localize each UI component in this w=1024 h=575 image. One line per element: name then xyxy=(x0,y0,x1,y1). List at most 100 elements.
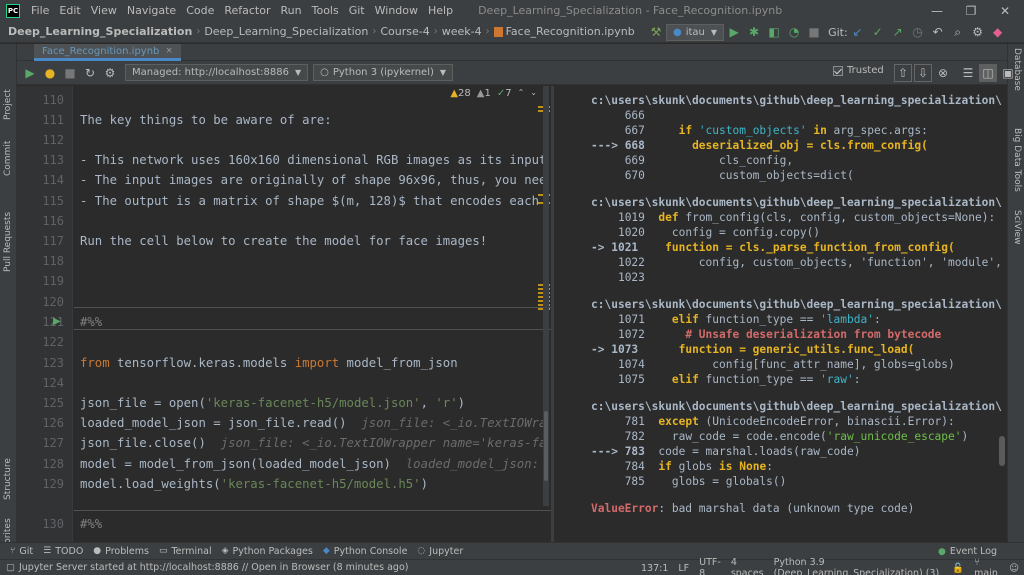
chevron-up-icon[interactable]: ⌃ xyxy=(518,88,525,99)
kernel-select[interactable]: ○ Python 3 (ipykernel) ▼ xyxy=(313,64,454,81)
tool-problems[interactable]: ● Problems xyxy=(93,546,149,557)
profile-icon[interactable]: ◔ xyxy=(785,23,803,41)
run-config-select[interactable]: ● itau ▼ xyxy=(666,23,725,41)
editor-only-icon[interactable]: ☰ xyxy=(959,64,977,82)
cell-marker: #%% xyxy=(80,517,103,531)
rollback-icon[interactable]: ↶ xyxy=(929,23,947,41)
line-number: 1072 xyxy=(617,328,645,341)
cell-divider xyxy=(74,329,551,330)
python-interpreter[interactable]: Python 3.9 (Deep_Learning_Specialization… xyxy=(774,557,943,575)
restore-icon[interactable]: ❐ xyxy=(954,0,988,21)
code-token: globs xyxy=(678,460,720,473)
run-icon[interactable]: ▶ xyxy=(725,23,743,41)
tool-window-sciview[interactable]: SciView xyxy=(1012,210,1022,245)
line-separator[interactable]: LF xyxy=(678,563,689,574)
stop-icon[interactable]: ■ xyxy=(805,23,823,41)
traceback-path: c:\users\skunk\documents\github\deep_lea… xyxy=(591,400,1002,413)
git-commit-icon[interactable]: ✓ xyxy=(869,23,887,41)
coverage-icon[interactable]: ◧ xyxy=(765,23,783,41)
scroll-up-icon[interactable]: ⇧ xyxy=(894,64,912,82)
inline-debug-hint: loaded_model_json: xyxy=(390,457,540,471)
menu-help[interactable]: Help xyxy=(423,4,458,17)
debug-icon[interactable]: ✱ xyxy=(745,23,763,41)
arrow-marker: ---> xyxy=(591,139,625,152)
trusted-toggle[interactable]: Trusted xyxy=(833,65,884,76)
file-encoding[interactable]: UTF-8 xyxy=(699,557,721,575)
tool-window-commit[interactable]: Commit xyxy=(3,141,13,176)
warning-icon: ▲ xyxy=(450,88,459,99)
status-toggle-icon[interactable]: ▢ xyxy=(6,562,15,573)
tab-face-recognition[interactable]: Face_Recognition.ipynb × xyxy=(34,44,181,61)
tool-window-big-data-tools[interactable]: Big Data Tools xyxy=(1012,128,1022,192)
tool-todo[interactable]: ☰ TODO xyxy=(43,546,83,557)
output-scrollbar-thumb[interactable] xyxy=(999,436,1005,466)
git-branch[interactable]: ⑂ main xyxy=(974,557,999,575)
tool-window-pull-requests[interactable]: Pull Requests xyxy=(3,212,13,272)
split-view-icon[interactable]: ◫ xyxy=(979,64,997,82)
tool-python-console[interactable]: ◆ Python Console xyxy=(323,546,408,557)
traceback-line: 1074 config[func_attr_name], globs=globs… xyxy=(591,358,955,371)
preview-only-icon[interactable]: ▣ xyxy=(999,64,1017,82)
breadcrumb-week[interactable]: week-4 xyxy=(438,25,486,38)
line-number: 119 xyxy=(42,274,64,288)
tool-window-structure[interactable]: Structure xyxy=(3,458,13,500)
line-number: 113 xyxy=(42,153,64,167)
ide-logo-icon[interactable]: ◆ xyxy=(989,23,1007,41)
stop-kernel-icon[interactable]: ■ xyxy=(61,64,79,82)
sync-scroll-icon[interactable]: ⊗ xyxy=(934,64,952,82)
settings-icon[interactable]: ⚙ xyxy=(969,23,987,41)
tool-python-packages[interactable]: ◈ Python Packages xyxy=(222,546,313,557)
tool-terminal[interactable]: ▭ Terminal xyxy=(159,546,212,557)
lock-icon[interactable]: 🔓 xyxy=(952,563,964,574)
search-icon[interactable]: ⌕ xyxy=(949,23,967,41)
menu-git[interactable]: Git xyxy=(344,4,370,17)
status-message[interactable]: Jupyter Server started at http://localho… xyxy=(19,562,409,573)
menu-navigate[interactable]: Navigate xyxy=(122,4,181,17)
indent-setting[interactable]: 4 spaces xyxy=(731,557,764,575)
breadcrumb-file[interactable]: Face_Recognition.ipynb xyxy=(490,25,639,38)
code-token: code = marshal.loads(raw_code) xyxy=(658,445,861,458)
breadcrumb-folder[interactable]: Deep_Learning_Specialization xyxy=(200,25,372,38)
git-update-icon[interactable]: ↙ xyxy=(849,23,867,41)
tool-python-packages-label: Python Packages xyxy=(232,545,313,557)
menu-window[interactable]: Window xyxy=(370,4,423,17)
breadcrumb-course[interactable]: Course-4 xyxy=(376,25,433,38)
menu-edit[interactable]: Edit xyxy=(54,4,85,17)
inspection-widget[interactable]: ▲28 ▲1 ✓7 ⌃ ⌄ xyxy=(450,88,537,99)
git-push-icon[interactable]: ↗ xyxy=(889,23,907,41)
pycharm-window: PC File Edit View Navigate Code Refactor… xyxy=(0,0,1024,575)
menu-tools[interactable]: Tools xyxy=(307,4,344,17)
tool-git[interactable]: ⑂ Git xyxy=(10,546,33,557)
run-cell-icon[interactable]: ▶ xyxy=(21,64,39,82)
chevron-down-icon[interactable]: ⌄ xyxy=(530,88,537,99)
inspector-icon[interactable]: ☺ xyxy=(1009,563,1019,574)
code-token: , xyxy=(420,396,436,410)
history-icon[interactable]: ◷ xyxy=(909,23,927,41)
jupyter-settings-icon[interactable]: ⚙ xyxy=(101,64,119,82)
breadcrumb-project[interactable]: Deep_Learning_Specialization xyxy=(0,25,196,38)
scroll-down-icon[interactable]: ⇩ xyxy=(914,64,932,82)
menu-code[interactable]: Code xyxy=(181,4,219,17)
tool-window-project[interactable]: Project xyxy=(3,89,13,120)
editor-scrollbar-thumb[interactable] xyxy=(544,411,548,481)
run-all-icon[interactable]: ● xyxy=(41,64,59,82)
tool-event-log[interactable]: ● Event Log xyxy=(938,546,997,557)
menu-run[interactable]: Run xyxy=(276,4,307,17)
trusted-checkbox[interactable] xyxy=(833,65,843,76)
line-number: 1020 xyxy=(617,226,645,239)
run-cell-gutter-icon[interactable]: ▶ xyxy=(53,316,61,327)
server-select[interactable]: Managed: http://localhost:8886 ▼ xyxy=(125,64,309,81)
menu-view[interactable]: View xyxy=(86,4,122,17)
minimize-icon[interactable]: — xyxy=(920,0,954,21)
close-icon[interactable]: ✕ xyxy=(988,0,1022,21)
weak-warnings-count-label: 1 xyxy=(484,88,491,99)
code-editor[interactable]: 110 111 112 113 114 115 116 117 118 119 … xyxy=(17,86,551,545)
hammer-icon[interactable]: ⚒ xyxy=(647,23,665,41)
menu-refactor[interactable]: Refactor xyxy=(219,4,275,17)
restart-kernel-icon[interactable]: ↻ xyxy=(81,64,99,82)
caret-position[interactable]: 137:1 xyxy=(641,563,668,574)
menu-file[interactable]: File xyxy=(26,4,54,17)
tab-close-icon[interactable]: × xyxy=(165,46,173,56)
tool-jupyter[interactable]: ◌ Jupyter xyxy=(417,546,463,557)
